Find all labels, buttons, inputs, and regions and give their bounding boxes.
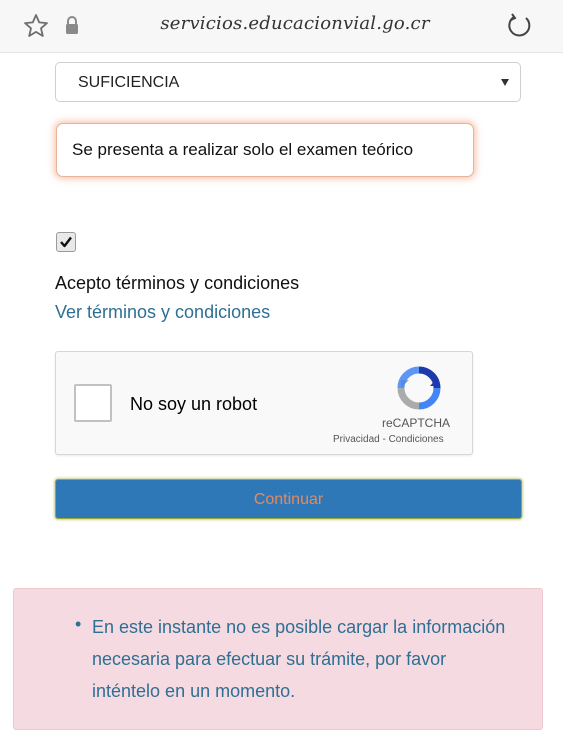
- exam-type-select[interactable]: SUFICIENCIA: [55, 62, 521, 102]
- error-alert: • En este instante no es posible cargar …: [13, 588, 543, 730]
- alert-bullet: •: [75, 614, 82, 634]
- terms-link[interactable]: Ver términos y condiciones: [55, 302, 270, 323]
- checkmark-icon: [60, 236, 72, 248]
- recaptcha-brand: reCAPTCHA: [382, 416, 451, 430]
- recaptcha-privacy-links[interactable]: Privacidad - Condiciones: [333, 434, 444, 445]
- browser-url-bar: servicios.educacionvial.go.cr: [0, 0, 563, 53]
- continue-button[interactable]: Continuar: [55, 479, 522, 519]
- terms-label: Acepto términos y condiciones: [55, 273, 300, 293]
- bookmark-star-icon[interactable]: [22, 12, 50, 40]
- exam-notice-text: Se presenta a realizar solo el examen te…: [72, 140, 414, 159]
- recaptcha-label: No soy un robot: [130, 394, 258, 414]
- terms-checkbox[interactable]: [56, 232, 76, 252]
- recaptcha-widget: No soy un robot reCAPTCHA Privacidad - C…: [55, 351, 473, 455]
- url-text[interactable]: servicios.educacionvial.go.cr: [150, 13, 440, 34]
- recaptcha-logo-icon: [397, 366, 441, 410]
- recaptcha-checkbox[interactable]: [74, 384, 112, 422]
- exam-notice-box: Se presenta a realizar solo el examen te…: [56, 123, 474, 177]
- reload-icon[interactable]: [504, 10, 534, 40]
- dropdown-caret-icon: [501, 79, 509, 86]
- lock-icon[interactable]: [64, 15, 80, 35]
- select-value: SUFICIENCIA: [78, 74, 180, 91]
- alert-message: En este instante no es posible cargar la…: [92, 617, 506, 701]
